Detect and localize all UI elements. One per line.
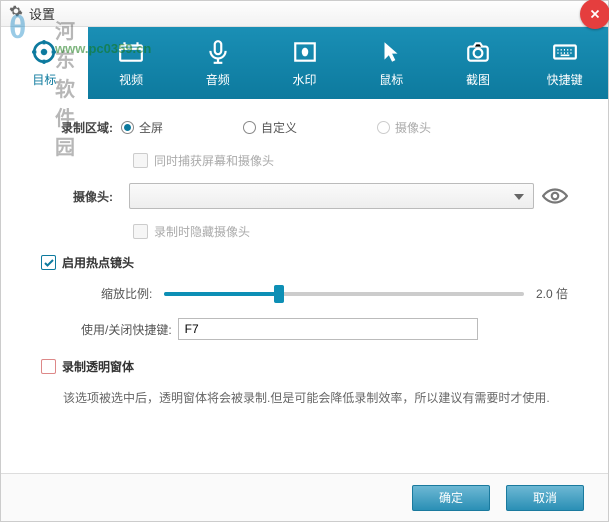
- close-icon: [588, 7, 602, 21]
- tab-audio[interactable]: 音频: [174, 27, 261, 99]
- footer: 确定 取消: [1, 473, 608, 521]
- slider-thumb[interactable]: [274, 285, 284, 303]
- titlebar: 设置: [1, 1, 608, 27]
- checkbox-icon: [41, 255, 56, 270]
- transparent-desc: 该选项被选中后，透明窗体将会被录制.但是可能会降低录制效率，所以建议有需要时才使…: [63, 389, 568, 407]
- checkbox-hotspot[interactable]: 启用热点镜头: [41, 254, 568, 271]
- zoom-value: 2.0 倍: [536, 285, 568, 302]
- window-title: 设置: [29, 4, 55, 23]
- tab-mouse[interactable]: 鼠标: [348, 27, 435, 99]
- radio-icon: [377, 121, 390, 134]
- tab-label: 截图: [466, 71, 490, 88]
- radio-fullscreen[interactable]: 全屏: [121, 119, 163, 136]
- video-icon: [117, 38, 145, 66]
- zoom-label: 缩放比例:: [101, 285, 152, 302]
- tab-label: 视频: [119, 71, 143, 88]
- camera-icon: [464, 38, 492, 66]
- radio-camera: 摄像头: [377, 119, 431, 136]
- camera-select[interactable]: [129, 183, 534, 209]
- tab-label: 鼠标: [379, 71, 403, 88]
- tab-watermark[interactable]: 水印: [261, 27, 348, 99]
- hotkey-input[interactable]: [178, 318, 478, 340]
- radio-icon: [243, 121, 256, 134]
- checkbox-icon: [133, 153, 148, 168]
- tab-label: 目标: [32, 71, 56, 88]
- radio-custom[interactable]: 自定义: [243, 119, 297, 136]
- checkbox-capture-both: 同时捕获屏幕和摄像头: [133, 152, 568, 169]
- tab-label: 音频: [206, 71, 230, 88]
- checkbox-icon: [41, 359, 56, 374]
- tab-screenshot[interactable]: 截图: [435, 27, 522, 99]
- gear-icon: [9, 4, 23, 23]
- checkbox-transparent[interactable]: 录制透明窗体: [41, 358, 568, 375]
- content-panel: 录制区域: 全屏 自定义 摄像头 同时捕获屏幕和摄像头 摄像头:: [1, 99, 608, 417]
- target-icon: [30, 38, 58, 66]
- checkbox-icon: [133, 224, 148, 239]
- tab-target[interactable]: 目标: [1, 27, 88, 99]
- area-label: 录制区域:: [41, 119, 121, 136]
- hotkey-label: 使用/关闭快捷键:: [81, 321, 172, 338]
- tab-label: 水印: [293, 71, 317, 88]
- checkbox-hide-camera: 录制时隐藏摄像头: [133, 223, 568, 240]
- tab-video[interactable]: 视频: [88, 27, 175, 99]
- watermark-icon: [291, 38, 319, 66]
- close-button[interactable]: [580, 0, 609, 29]
- ok-button[interactable]: 确定: [412, 485, 490, 511]
- microphone-icon: [204, 38, 232, 66]
- cancel-button[interactable]: 取消: [506, 485, 584, 511]
- camera-label: 摄像头:: [41, 188, 121, 205]
- tab-hotkey[interactable]: 快捷键: [521, 27, 608, 99]
- tabs: 目标 视频 音频 水印 鼠标 截图 快捷键: [1, 27, 608, 99]
- cursor-icon: [377, 38, 405, 66]
- tab-label: 快捷键: [547, 71, 583, 88]
- keyboard-icon: [551, 38, 579, 66]
- preview-eye-icon[interactable]: [542, 187, 568, 205]
- zoom-slider[interactable]: [164, 292, 524, 296]
- radio-icon: [121, 121, 134, 134]
